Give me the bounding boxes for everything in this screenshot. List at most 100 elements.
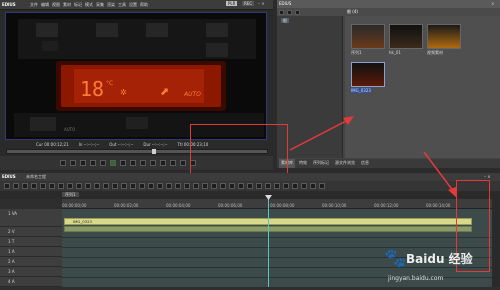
- track-name: 1 T: [8, 239, 15, 244]
- clip-thumbnail-selected[interactable]: IMG_0323: [351, 62, 385, 94]
- tab-source-browser[interactable]: 源文件浏览: [333, 159, 357, 168]
- split-icon[interactable]: [180, 160, 186, 166]
- tool-icon[interactable]: [220, 183, 226, 189]
- tab-info[interactable]: 信息: [359, 159, 371, 168]
- track-header-audio3[interactable]: 3 A: [0, 267, 62, 277]
- plr-badge[interactable]: PLR: [226, 1, 238, 6]
- tool-icon[interactable]: [175, 183, 181, 189]
- tool-icon[interactable]: [112, 183, 118, 189]
- tool-icon[interactable]: [139, 183, 145, 189]
- loop-icon[interactable]: [140, 160, 146, 166]
- bin-open-icon[interactable]: [287, 9, 292, 15]
- menu-settings[interactable]: 设置: [129, 2, 137, 7]
- track-header-title[interactable]: 1 T: [0, 237, 62, 247]
- track-header-audio1[interactable]: 1 A: [0, 247, 62, 257]
- tool-icon[interactable]: [202, 183, 208, 189]
- tool-icon[interactable]: [256, 183, 262, 189]
- menu-edit[interactable]: 编辑: [41, 2, 49, 7]
- clip-thumbnail[interactable]: 序列1: [351, 24, 385, 56]
- ruler-labels: 00:00:00;00 00:00:02;00 00:00:04;00 00:0…: [62, 199, 492, 209]
- tool-icon[interactable]: [157, 183, 163, 189]
- tool-icon[interactable]: [94, 183, 100, 189]
- car-climate-panel-image: [6, 13, 266, 139]
- match-frame-icon[interactable]: [170, 160, 176, 166]
- fan-icon: ✲: [120, 88, 127, 97]
- playhead[interactable]: [268, 197, 269, 287]
- track-name: 2 V: [8, 229, 15, 234]
- track-header-video2[interactable]: 2 V: [0, 227, 62, 237]
- menu-help[interactable]: 帮助: [140, 2, 148, 7]
- track-separator: [62, 237, 492, 238]
- bin-view-icon[interactable]: [295, 9, 300, 15]
- tool-icon[interactable]: [76, 183, 82, 189]
- tool-icon[interactable]: [292, 183, 298, 189]
- overwrite-icon[interactable]: [160, 160, 166, 166]
- tool-icon[interactable]: [229, 183, 235, 189]
- folder-root[interactable]: 根: [281, 18, 289, 23]
- clip-thumbnail[interactable]: 视频素材: [427, 24, 461, 56]
- tool-icon[interactable]: [166, 183, 172, 189]
- clip-thumbnail[interactable]: hk_01: [389, 24, 423, 56]
- tool-icon[interactable]: [310, 183, 316, 189]
- bin-new-icon[interactable]: [279, 9, 284, 15]
- tool-icon[interactable]: [31, 183, 37, 189]
- set-in-icon[interactable]: [60, 160, 66, 166]
- bin-toolbar: [277, 8, 500, 16]
- menu-tools[interactable]: 工具: [118, 2, 126, 7]
- track-header-audio2[interactable]: 2 A: [0, 257, 62, 267]
- tool-icon[interactable]: [211, 183, 217, 189]
- menu-marker[interactable]: 标记: [74, 2, 82, 7]
- track-header-video[interactable]: 1 VA: [0, 209, 62, 227]
- fast-forward-icon[interactable]: [130, 160, 136, 166]
- tool-icon[interactable]: [121, 183, 127, 189]
- bin-close-icon[interactable]: ×: [491, 1, 494, 6]
- tool-icon[interactable]: [319, 183, 325, 189]
- set-out-icon[interactable]: [70, 160, 76, 166]
- tool-icon[interactable]: [193, 183, 199, 189]
- timeline-window-controls[interactable]: – ×: [484, 174, 491, 179]
- tool-icon[interactable]: [13, 183, 19, 189]
- tool-icon[interactable]: [67, 183, 73, 189]
- rec-badge[interactable]: REC: [242, 1, 255, 6]
- tool-icon[interactable]: [22, 183, 28, 189]
- menu-render[interactable]: 渲染: [107, 2, 115, 7]
- track-header-audio4[interactable]: 4 A: [0, 277, 62, 287]
- tool-icon[interactable]: [148, 183, 154, 189]
- timeline-clip-name: IMG_0323: [73, 219, 92, 224]
- menu-mode[interactable]: 模式: [85, 2, 93, 7]
- step-back-icon[interactable]: [100, 160, 106, 166]
- tool-icon[interactable]: [49, 183, 55, 189]
- tool-icon[interactable]: [265, 183, 271, 189]
- tool-icon[interactable]: [85, 183, 91, 189]
- timeline-ruler[interactable]: 00:00:00;00 00:00:02;00 00:00:04;00 00:0…: [62, 199, 492, 209]
- menu-items: 文件 编辑 视图 素材 标记 模式 采集 渲染 工具 设置 帮助: [30, 2, 148, 7]
- bin-tabs: 素材库 特效 序列标记 源文件浏览 信息: [277, 159, 500, 168]
- tool-icon[interactable]: [247, 183, 253, 189]
- scrub-handle[interactable]: [152, 149, 156, 154]
- menu-file[interactable]: 文件: [30, 2, 38, 7]
- stop-icon[interactable]: [80, 160, 86, 166]
- rewind-icon[interactable]: [90, 160, 96, 166]
- app-name: EDIUS: [2, 2, 16, 7]
- annotation-arrow-upper: [289, 116, 354, 151]
- play-icon[interactable]: [110, 160, 116, 166]
- tab-effects[interactable]: 特效: [297, 159, 309, 168]
- step-forward-icon[interactable]: [120, 160, 126, 166]
- tool-icon[interactable]: [283, 183, 289, 189]
- tool-icon[interactable]: [301, 183, 307, 189]
- menu-clip[interactable]: 素材: [63, 2, 71, 7]
- tool-icon[interactable]: [238, 183, 244, 189]
- menu-capture[interactable]: 采集: [96, 2, 104, 7]
- tool-icon[interactable]: [58, 183, 64, 189]
- menu-view[interactable]: 视图: [52, 2, 60, 7]
- tool-icon[interactable]: [4, 183, 10, 189]
- tool-icon[interactable]: [184, 183, 190, 189]
- sequence-tab[interactable]: 序列1: [62, 192, 79, 197]
- tab-markers[interactable]: 序列标记: [311, 159, 331, 168]
- tool-icon[interactable]: [40, 183, 46, 189]
- insert-icon[interactable]: [150, 160, 156, 166]
- tool-icon[interactable]: [103, 183, 109, 189]
- tool-icon[interactable]: [130, 183, 136, 189]
- tool-icon[interactable]: [274, 183, 280, 189]
- window-controls[interactable]: – ×: [258, 1, 265, 6]
